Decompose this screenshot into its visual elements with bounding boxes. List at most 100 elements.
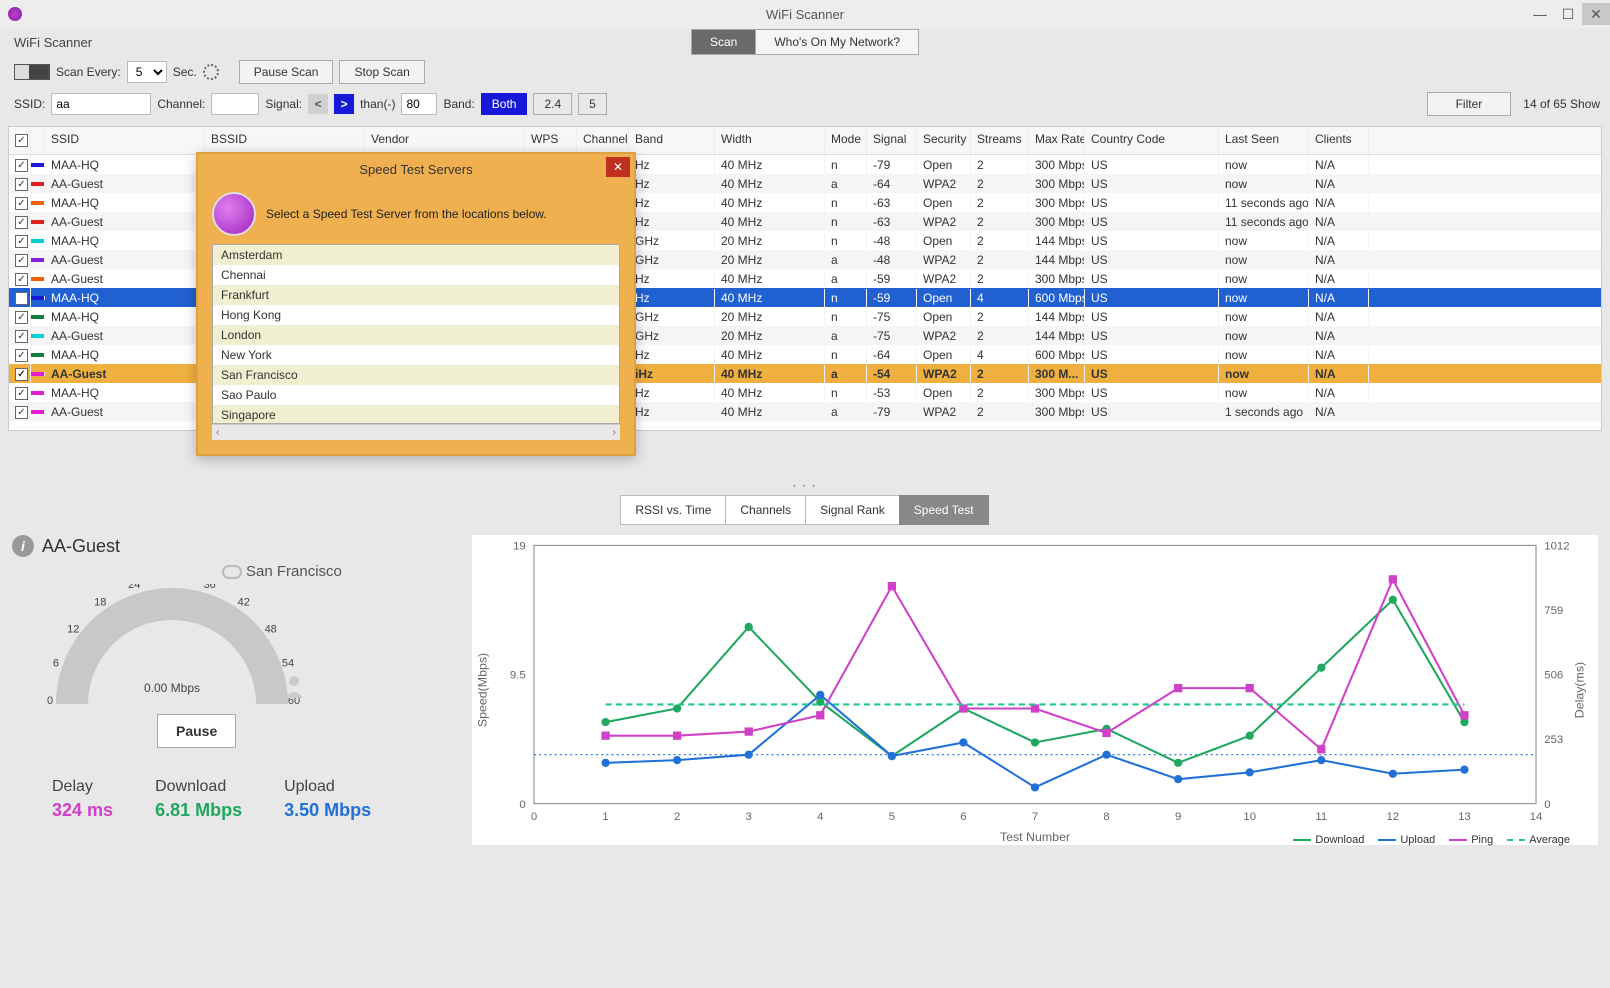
svg-text:0: 0 bbox=[1544, 799, 1550, 811]
server-item[interactable]: San Francisco bbox=[213, 365, 619, 385]
dialog-prompt: Select a Speed Test Server from the loca… bbox=[266, 207, 547, 221]
download-value: 6.81 Mbps bbox=[155, 800, 242, 821]
signal-less-button[interactable]: < bbox=[308, 94, 328, 114]
server-item[interactable]: Singapore bbox=[213, 405, 619, 424]
band-24-button[interactable]: 2.4 bbox=[533, 93, 572, 115]
stop-scan-button[interactable]: Stop Scan bbox=[339, 60, 424, 84]
signal-filter-label: Signal: bbox=[265, 97, 302, 111]
minimize-button[interactable]: — bbox=[1526, 3, 1554, 25]
speed-test-panel: i AA-Guest San Francisco 0.00 Mbps 06121… bbox=[12, 535, 462, 848]
band-both-button[interactable]: Both bbox=[481, 93, 528, 115]
server-item[interactable]: London bbox=[213, 325, 619, 345]
col-channel[interactable]: Channel bbox=[577, 127, 629, 154]
svg-text:7: 7 bbox=[1032, 811, 1038, 823]
col-country[interactable]: Country Code bbox=[1085, 127, 1219, 154]
svg-text:0: 0 bbox=[531, 811, 537, 823]
close-button[interactable]: ✕ bbox=[1582, 3, 1610, 25]
svg-text:13: 13 bbox=[1458, 811, 1471, 823]
server-item[interactable]: Chennai bbox=[213, 265, 619, 285]
wifi-icon bbox=[212, 192, 256, 236]
svg-text:Delay(ms): Delay(ms) bbox=[1573, 662, 1587, 718]
tab-signal-rank[interactable]: Signal Rank bbox=[805, 495, 900, 525]
svg-text:30: 30 bbox=[166, 584, 178, 585]
server-item[interactable]: Hong Kong bbox=[213, 305, 619, 325]
col-band[interactable]: Band bbox=[629, 127, 715, 154]
svg-text:6: 6 bbox=[53, 657, 59, 669]
scan-interval-select[interactable]: 5 bbox=[127, 61, 167, 83]
server-item[interactable]: New York bbox=[213, 345, 619, 365]
svg-text:0.00 Mbps: 0.00 Mbps bbox=[144, 681, 200, 695]
toolbar-scan-controls: Scan Every: 5 Sec. Pause Scan Stop Scan bbox=[0, 56, 1610, 88]
channel-filter-input[interactable] bbox=[211, 93, 259, 115]
col-security[interactable]: Security bbox=[917, 127, 971, 154]
upload-value: 3.50 Mbps bbox=[284, 800, 371, 821]
maximize-button[interactable]: ☐ bbox=[1554, 3, 1582, 25]
filter-button[interactable]: Filter bbox=[1427, 92, 1512, 116]
speed-test-servers-dialog: Speed Test Servers ✕ Select a Speed Test… bbox=[196, 152, 636, 456]
panel-splitter[interactable]: • • • bbox=[0, 481, 1610, 491]
app-name: WiFi Scanner bbox=[14, 35, 92, 50]
than-label: than(-) bbox=[360, 97, 395, 111]
svg-text:48: 48 bbox=[265, 623, 277, 635]
ssid-filter-input[interactable] bbox=[51, 93, 151, 115]
svg-text:0: 0 bbox=[47, 695, 53, 707]
svg-text:54: 54 bbox=[282, 657, 294, 669]
server-item[interactable]: Frankfurt bbox=[213, 285, 619, 305]
svg-text:1012: 1012 bbox=[1544, 541, 1569, 553]
list-scrollbar[interactable]: ‹› bbox=[212, 424, 620, 440]
tab-scan[interactable]: Scan bbox=[692, 30, 756, 54]
select-all-checkbox[interactable]: ✓ bbox=[15, 134, 28, 147]
col-clients[interactable]: Clients bbox=[1309, 127, 1369, 154]
col-maxrate[interactable]: Max Rate bbox=[1029, 127, 1085, 154]
server-item[interactable]: Sao Paulo bbox=[213, 385, 619, 405]
server-list[interactable]: AmsterdamChennaiFrankfurtHong KongLondon… bbox=[212, 244, 620, 424]
col-lastseen[interactable]: Last Seen bbox=[1219, 127, 1309, 154]
svg-text:18: 18 bbox=[94, 596, 106, 608]
table-header: ✓ SSID BSSID Vendor WPS Channel Band Wid… bbox=[9, 127, 1601, 155]
svg-text:36: 36 bbox=[204, 584, 216, 591]
svg-text:5: 5 bbox=[889, 811, 895, 823]
showing-count: 14 of 65 Show bbox=[1523, 97, 1600, 111]
tab-speed-test[interactable]: Speed Test bbox=[899, 495, 989, 525]
delay-value: 324 ms bbox=[52, 800, 113, 821]
secondary-bar: WiFi Scanner Scan Who's On My Network? bbox=[0, 28, 1610, 56]
info-icon[interactable]: i bbox=[12, 535, 34, 557]
col-streams[interactable]: Streams bbox=[971, 127, 1029, 154]
toolbar-filters: SSID: Channel: Signal: < > than(-) Band:… bbox=[0, 88, 1610, 120]
sec-label: Sec. bbox=[173, 65, 197, 79]
col-mode[interactable]: Mode bbox=[825, 127, 867, 154]
tab-channels[interactable]: Channels bbox=[725, 495, 806, 525]
svg-text:12: 12 bbox=[1387, 811, 1400, 823]
svg-text:1: 1 bbox=[602, 811, 608, 823]
col-vendor[interactable]: Vendor bbox=[365, 127, 525, 154]
dialog-close-button[interactable]: ✕ bbox=[606, 157, 630, 177]
col-ssid[interactable]: SSID bbox=[45, 127, 205, 154]
auto-scan-toggle[interactable] bbox=[14, 64, 50, 80]
svg-text:3: 3 bbox=[746, 811, 752, 823]
svg-text:10: 10 bbox=[1243, 811, 1256, 823]
upload-label: Upload bbox=[284, 778, 371, 796]
col-signal[interactable]: Signal bbox=[867, 127, 917, 154]
col-width[interactable]: Width bbox=[715, 127, 825, 154]
server-item[interactable]: Amsterdam bbox=[213, 245, 619, 265]
signal-greater-button[interactable]: > bbox=[334, 94, 354, 114]
scan-every-label: Scan Every: bbox=[56, 65, 121, 79]
bottom-tabs: RSSI vs. Time Channels Signal Rank Speed… bbox=[0, 495, 1610, 525]
svg-text:506: 506 bbox=[1544, 670, 1563, 682]
dialog-title: Speed Test Servers bbox=[359, 162, 472, 177]
tab-rssi-time[interactable]: RSSI vs. Time bbox=[620, 495, 726, 525]
legend-average: Average bbox=[1529, 834, 1570, 846]
legend-ping: Ping bbox=[1471, 834, 1493, 846]
tab-whos-on-network[interactable]: Who's On My Network? bbox=[756, 30, 918, 54]
band-5-button[interactable]: 5 bbox=[578, 93, 607, 115]
signal-threshold-input[interactable] bbox=[401, 93, 437, 115]
col-wps[interactable]: WPS bbox=[525, 127, 577, 154]
window-titlebar: WiFi Scanner — ☐ ✕ bbox=[0, 0, 1610, 28]
svg-text:253: 253 bbox=[1544, 734, 1563, 746]
col-bssid[interactable]: BSSID bbox=[205, 127, 365, 154]
selected-ssid: AA-Guest bbox=[42, 536, 120, 557]
download-label: Download bbox=[155, 778, 242, 796]
pause-test-button[interactable]: Pause bbox=[157, 714, 236, 748]
svg-text:42: 42 bbox=[238, 596, 250, 608]
pause-scan-button[interactable]: Pause Scan bbox=[239, 60, 334, 84]
